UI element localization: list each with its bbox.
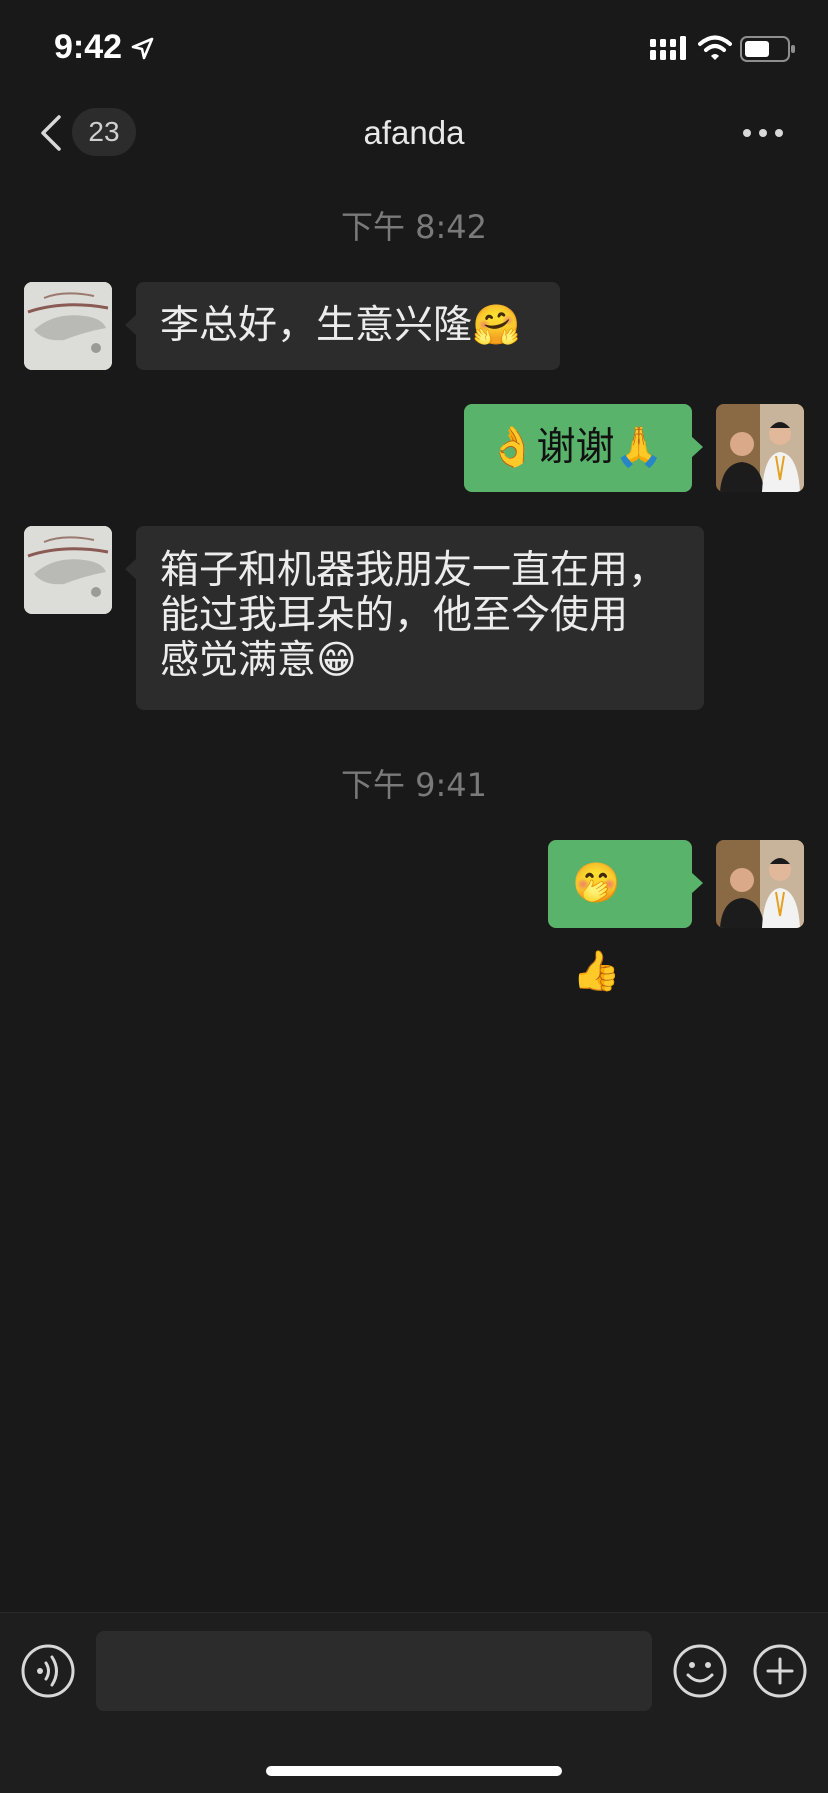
message-text: 李总好，生意兴隆🤗 bbox=[160, 303, 521, 348]
status-time: 9:42 bbox=[54, 28, 123, 66]
message-bubble-outgoing[interactable]: 🤭👍 bbox=[548, 840, 703, 994]
message-bubble-outgoing[interactable]: 👌谢谢🙏 bbox=[464, 404, 703, 492]
my-avatar-image bbox=[716, 404, 804, 492]
message-text-line: 能过我耳朵的，他至今使用 bbox=[160, 593, 629, 638]
signal-icon bbox=[650, 36, 686, 60]
contact-avatar-image bbox=[24, 282, 112, 370]
contact-avatar-image bbox=[24, 526, 112, 614]
message-bubble-incoming[interactable]: 箱子和机器我朋友一直在用， 能过我耳朵的，他至今使用 感觉满意😁 bbox=[125, 526, 704, 710]
home-indicator[interactable] bbox=[266, 1766, 562, 1776]
status-bar: 9:42 bbox=[0, 0, 828, 100]
contact-avatar[interactable] bbox=[24, 282, 112, 370]
message-bubble-incoming[interactable]: 李总好，生意兴隆🤗 bbox=[125, 282, 560, 370]
unread-count-badge[interactable]: 23 bbox=[72, 108, 136, 156]
voice-icon[interactable] bbox=[20, 1643, 76, 1699]
back-chevron-icon[interactable] bbox=[38, 114, 64, 152]
message-input[interactable] bbox=[96, 1631, 652, 1711]
battery-icon bbox=[740, 36, 795, 62]
message-text-line: 箱子和机器我朋友一直在用， bbox=[160, 548, 668, 593]
my-avatar[interactable] bbox=[716, 840, 804, 928]
message-text: 🤭👍 bbox=[572, 861, 621, 994]
emoji-icon[interactable] bbox=[672, 1643, 728, 1699]
my-avatar[interactable] bbox=[716, 404, 804, 492]
message-text: 👌谢谢🙏 bbox=[488, 425, 664, 470]
chat-title: afanda bbox=[363, 114, 465, 151]
wifi-icon bbox=[698, 35, 732, 60]
location-arrow-icon bbox=[131, 37, 154, 60]
timestamp: 下午 9:41 bbox=[340, 766, 488, 804]
contact-avatar[interactable] bbox=[24, 526, 112, 614]
timestamp: 下午 8:42 bbox=[340, 208, 488, 246]
plus-icon[interactable] bbox=[752, 1643, 808, 1699]
more-icon[interactable] bbox=[742, 120, 784, 146]
message-text-line: 感觉满意😁 bbox=[160, 638, 357, 683]
my-avatar-image bbox=[716, 840, 804, 928]
chat-header: 23 afanda bbox=[0, 100, 828, 166]
